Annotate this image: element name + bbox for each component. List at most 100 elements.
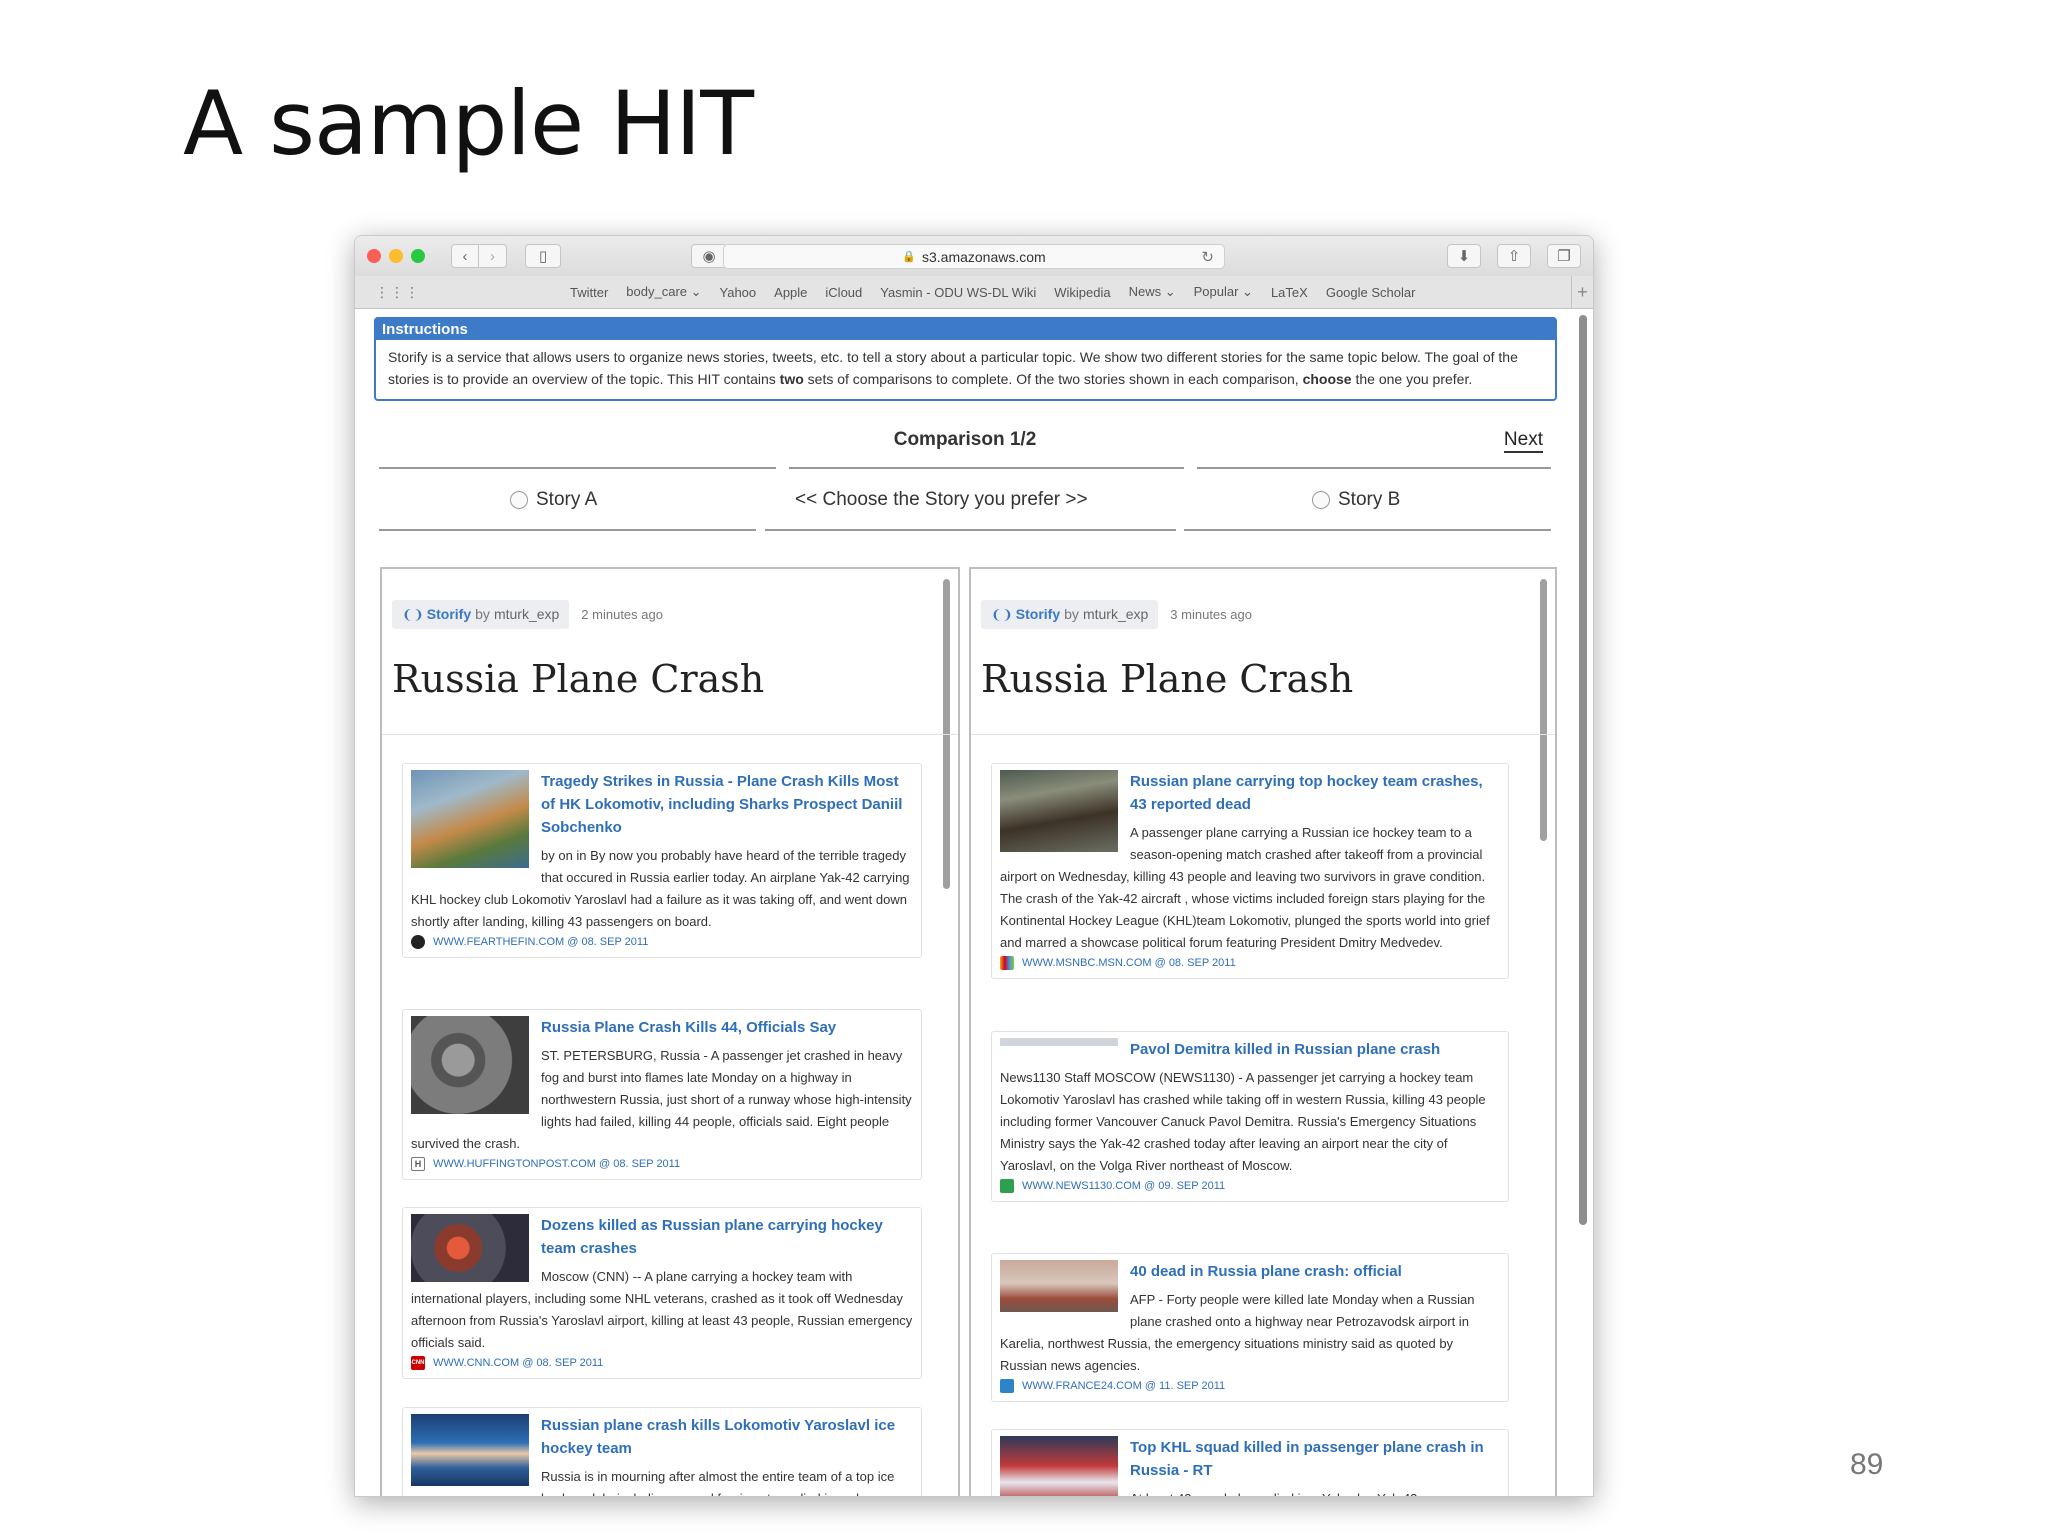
- france24-icon: [1000, 1379, 1014, 1393]
- sidebar-icon: ▯: [538, 248, 548, 265]
- download-icon: ⬇: [1457, 248, 1471, 265]
- storify-badge-row: ❨❩ Storify by mturk_exp 3 minutes ago: [981, 597, 1252, 631]
- bookmark-item[interactable]: Wikipedia: [1054, 285, 1110, 300]
- slide-number: 89: [1850, 1448, 1884, 1481]
- storify-badge-row: ❨❩ Storify by mturk_exp 2 minutes ago: [392, 597, 663, 631]
- bookmark-item[interactable]: Yasmin - ODU WS-DL Wiki: [880, 285, 1036, 300]
- share-icon: ⇧: [1507, 248, 1521, 265]
- article-source[interactable]: www.news1130.com @ 09. Sep 2011: [1000, 1179, 1500, 1193]
- bookmark-item[interactable]: Google Scholar: [1326, 285, 1416, 300]
- bookmark-item[interactable]: iCloud: [825, 285, 862, 300]
- minimize-window-button[interactable]: [389, 249, 403, 263]
- news1130-icon: [1000, 1179, 1014, 1193]
- story-timestamp: 3 minutes ago: [1170, 606, 1252, 622]
- story-a-option[interactable]: Story A: [510, 489, 597, 511]
- tabs-icon: ❐: [1557, 248, 1571, 265]
- browser-toolbar: ‹ › ▯ ◉ 🔒 s3.amazonaws.com ↻ ⬇ ⇧ ❐: [355, 236, 1593, 276]
- zoom-window-button[interactable]: [411, 249, 425, 263]
- close-window-button[interactable]: [367, 249, 381, 263]
- divider: [1197, 467, 1551, 469]
- page-scrollbar[interactable]: [1579, 315, 1587, 1225]
- story-item: Tragedy Strikes in Russia - Plane Crash …: [402, 763, 922, 958]
- divider: [765, 529, 1176, 531]
- instructions-header: Instructions: [376, 319, 1555, 340]
- page-content: Instructions Storify is a service that a…: [355, 309, 1593, 1496]
- shield-icon: ◉: [702, 248, 716, 265]
- back-button[interactable]: ‹: [451, 244, 479, 268]
- story-item: Top KHL squad killed in passenger plane …: [991, 1429, 1509, 1496]
- article-body: News1130 Staff MOSCOW (NEWS1130) - A pas…: [1000, 1070, 1486, 1173]
- story-item: Russian plane crash kills Lokomotiv Yaro…: [402, 1407, 922, 1496]
- article-thumbnail[interactable]: [1000, 1038, 1118, 1046]
- choice-prompt: << Choose the Story you prefer >>: [795, 489, 1088, 510]
- bookmark-item[interactable]: News ⌄: [1129, 284, 1176, 300]
- article-thumbnail[interactable]: [411, 1414, 529, 1486]
- story-b-option[interactable]: Story B: [1312, 489, 1400, 511]
- bookmark-item[interactable]: Yahoo: [720, 285, 757, 300]
- storify-logo-icon: ❨❩: [402, 606, 424, 622]
- bookmark-item[interactable]: body_care ⌄: [626, 284, 701, 300]
- story-a-pane[interactable]: ❨❩ Storify by mturk_exp 2 minutes ago Russi…: [380, 567, 960, 1496]
- bookmark-item[interactable]: Twitter: [570, 285, 608, 300]
- add-bookmark-icon[interactable]: +: [1571, 276, 1593, 308]
- article-thumbnail[interactable]: [1000, 1260, 1118, 1312]
- slide-title: A sample HIT: [183, 72, 754, 175]
- article-thumbnail[interactable]: [411, 1016, 529, 1114]
- instructions-panel: Instructions Storify is a service that a…: [374, 317, 1557, 401]
- story-a-radio[interactable]: [510, 490, 528, 509]
- reload-icon[interactable]: ↻: [1201, 248, 1214, 266]
- storify-logo-icon: ❨❩: [991, 606, 1013, 622]
- source-icon: [411, 935, 425, 949]
- grid-icon[interactable]: ⋮⋮⋮: [375, 284, 420, 301]
- privacy-button[interactable]: ◉: [691, 244, 727, 268]
- tabs-button[interactable]: ❐: [1547, 244, 1581, 268]
- divider: [789, 467, 1184, 469]
- comparison-title: Comparison 1/2: [893, 429, 1037, 450]
- divider: [379, 467, 776, 469]
- bookmark-item[interactable]: Popular ⌄: [1194, 284, 1253, 300]
- story-b-pane[interactable]: ❨❩ Storify by mturk_exp 3 minutes ago Russi…: [969, 567, 1557, 1496]
- story-b-scrollbar[interactable]: [1540, 579, 1547, 841]
- lock-icon: 🔒: [902, 251, 916, 263]
- toolbar-right-buttons: ⬇ ⇧ ❐: [1447, 244, 1581, 268]
- storify-badge[interactable]: ❨❩ Storify by mturk_exp: [981, 599, 1159, 629]
- bookmarks-bar: ⋮⋮⋮ Twitter body_care ⌄ Yahoo Apple iClo…: [355, 276, 1593, 309]
- nbc-peacock-icon: [1000, 956, 1014, 970]
- article-thumbnail[interactable]: [411, 1214, 529, 1282]
- divider: [379, 529, 756, 531]
- story-b-radio[interactable]: [1312, 490, 1330, 509]
- story-title: Russia Plane Crash: [981, 657, 1354, 701]
- story-item: Russia Plane Crash Kills 44, Officials S…: [402, 1009, 922, 1180]
- article-thumbnail[interactable]: [1000, 1436, 1118, 1496]
- article-source[interactable]: Hwww.huffingtonpost.com @ 08. Sep 2011: [411, 1157, 913, 1171]
- story-timestamp: 2 minutes ago: [581, 606, 663, 622]
- divider: [971, 734, 1555, 735]
- downloads-button[interactable]: ⬇: [1447, 244, 1481, 268]
- storify-badge[interactable]: ❨❩ Storify by mturk_exp: [392, 599, 570, 629]
- share-button[interactable]: ⇧: [1497, 244, 1531, 268]
- forward-button[interactable]: ›: [479, 244, 507, 268]
- story-item: Pavol Demitra killed in Russian plane cr…: [991, 1031, 1509, 1202]
- article-source[interactable]: CNN www.cnn.com @ 08. Sep 2011: [411, 1356, 913, 1370]
- bookmark-item[interactable]: Apple: [774, 285, 807, 300]
- article-thumbnail[interactable]: [411, 770, 529, 868]
- next-link[interactable]: Next: [1503, 429, 1543, 453]
- comparison-header: Comparison 1/2 Next: [375, 421, 1555, 461]
- instructions-text: Storify is a service that allows users t…: [388, 349, 1518, 387]
- story-item: Dozens killed as Russian plane carrying …: [402, 1207, 922, 1379]
- story-title: Russia Plane Crash: [392, 657, 765, 701]
- divider: [382, 734, 958, 735]
- sidebar-toggle-button[interactable]: ▯: [525, 244, 561, 268]
- story-item: 40 dead in Russia plane crash: official …: [991, 1253, 1509, 1402]
- bookmark-item[interactable]: LaTeX: [1271, 285, 1308, 300]
- divider: [1184, 529, 1551, 531]
- article-thumbnail[interactable]: [1000, 770, 1118, 852]
- article-source[interactable]: www.fearthefin.com @ 08. Sep 2011: [411, 935, 913, 949]
- article-source[interactable]: www.msnbc.msn.com @ 08. Sep 2011: [1000, 956, 1500, 970]
- cnn-icon: CNN: [411, 1356, 425, 1370]
- huffington-post-icon: H: [411, 1157, 425, 1171]
- address-bar[interactable]: 🔒 s3.amazonaws.com ↻: [723, 244, 1225, 269]
- address-url: s3.amazonaws.com: [921, 248, 1046, 265]
- browser-window: ‹ › ▯ ◉ 🔒 s3.amazonaws.com ↻ ⬇ ⇧ ❐ ⋮⋮⋮ T…: [354, 235, 1594, 1497]
- article-source[interactable]: www.france24.com @ 11. Sep 2011: [1000, 1379, 1500, 1393]
